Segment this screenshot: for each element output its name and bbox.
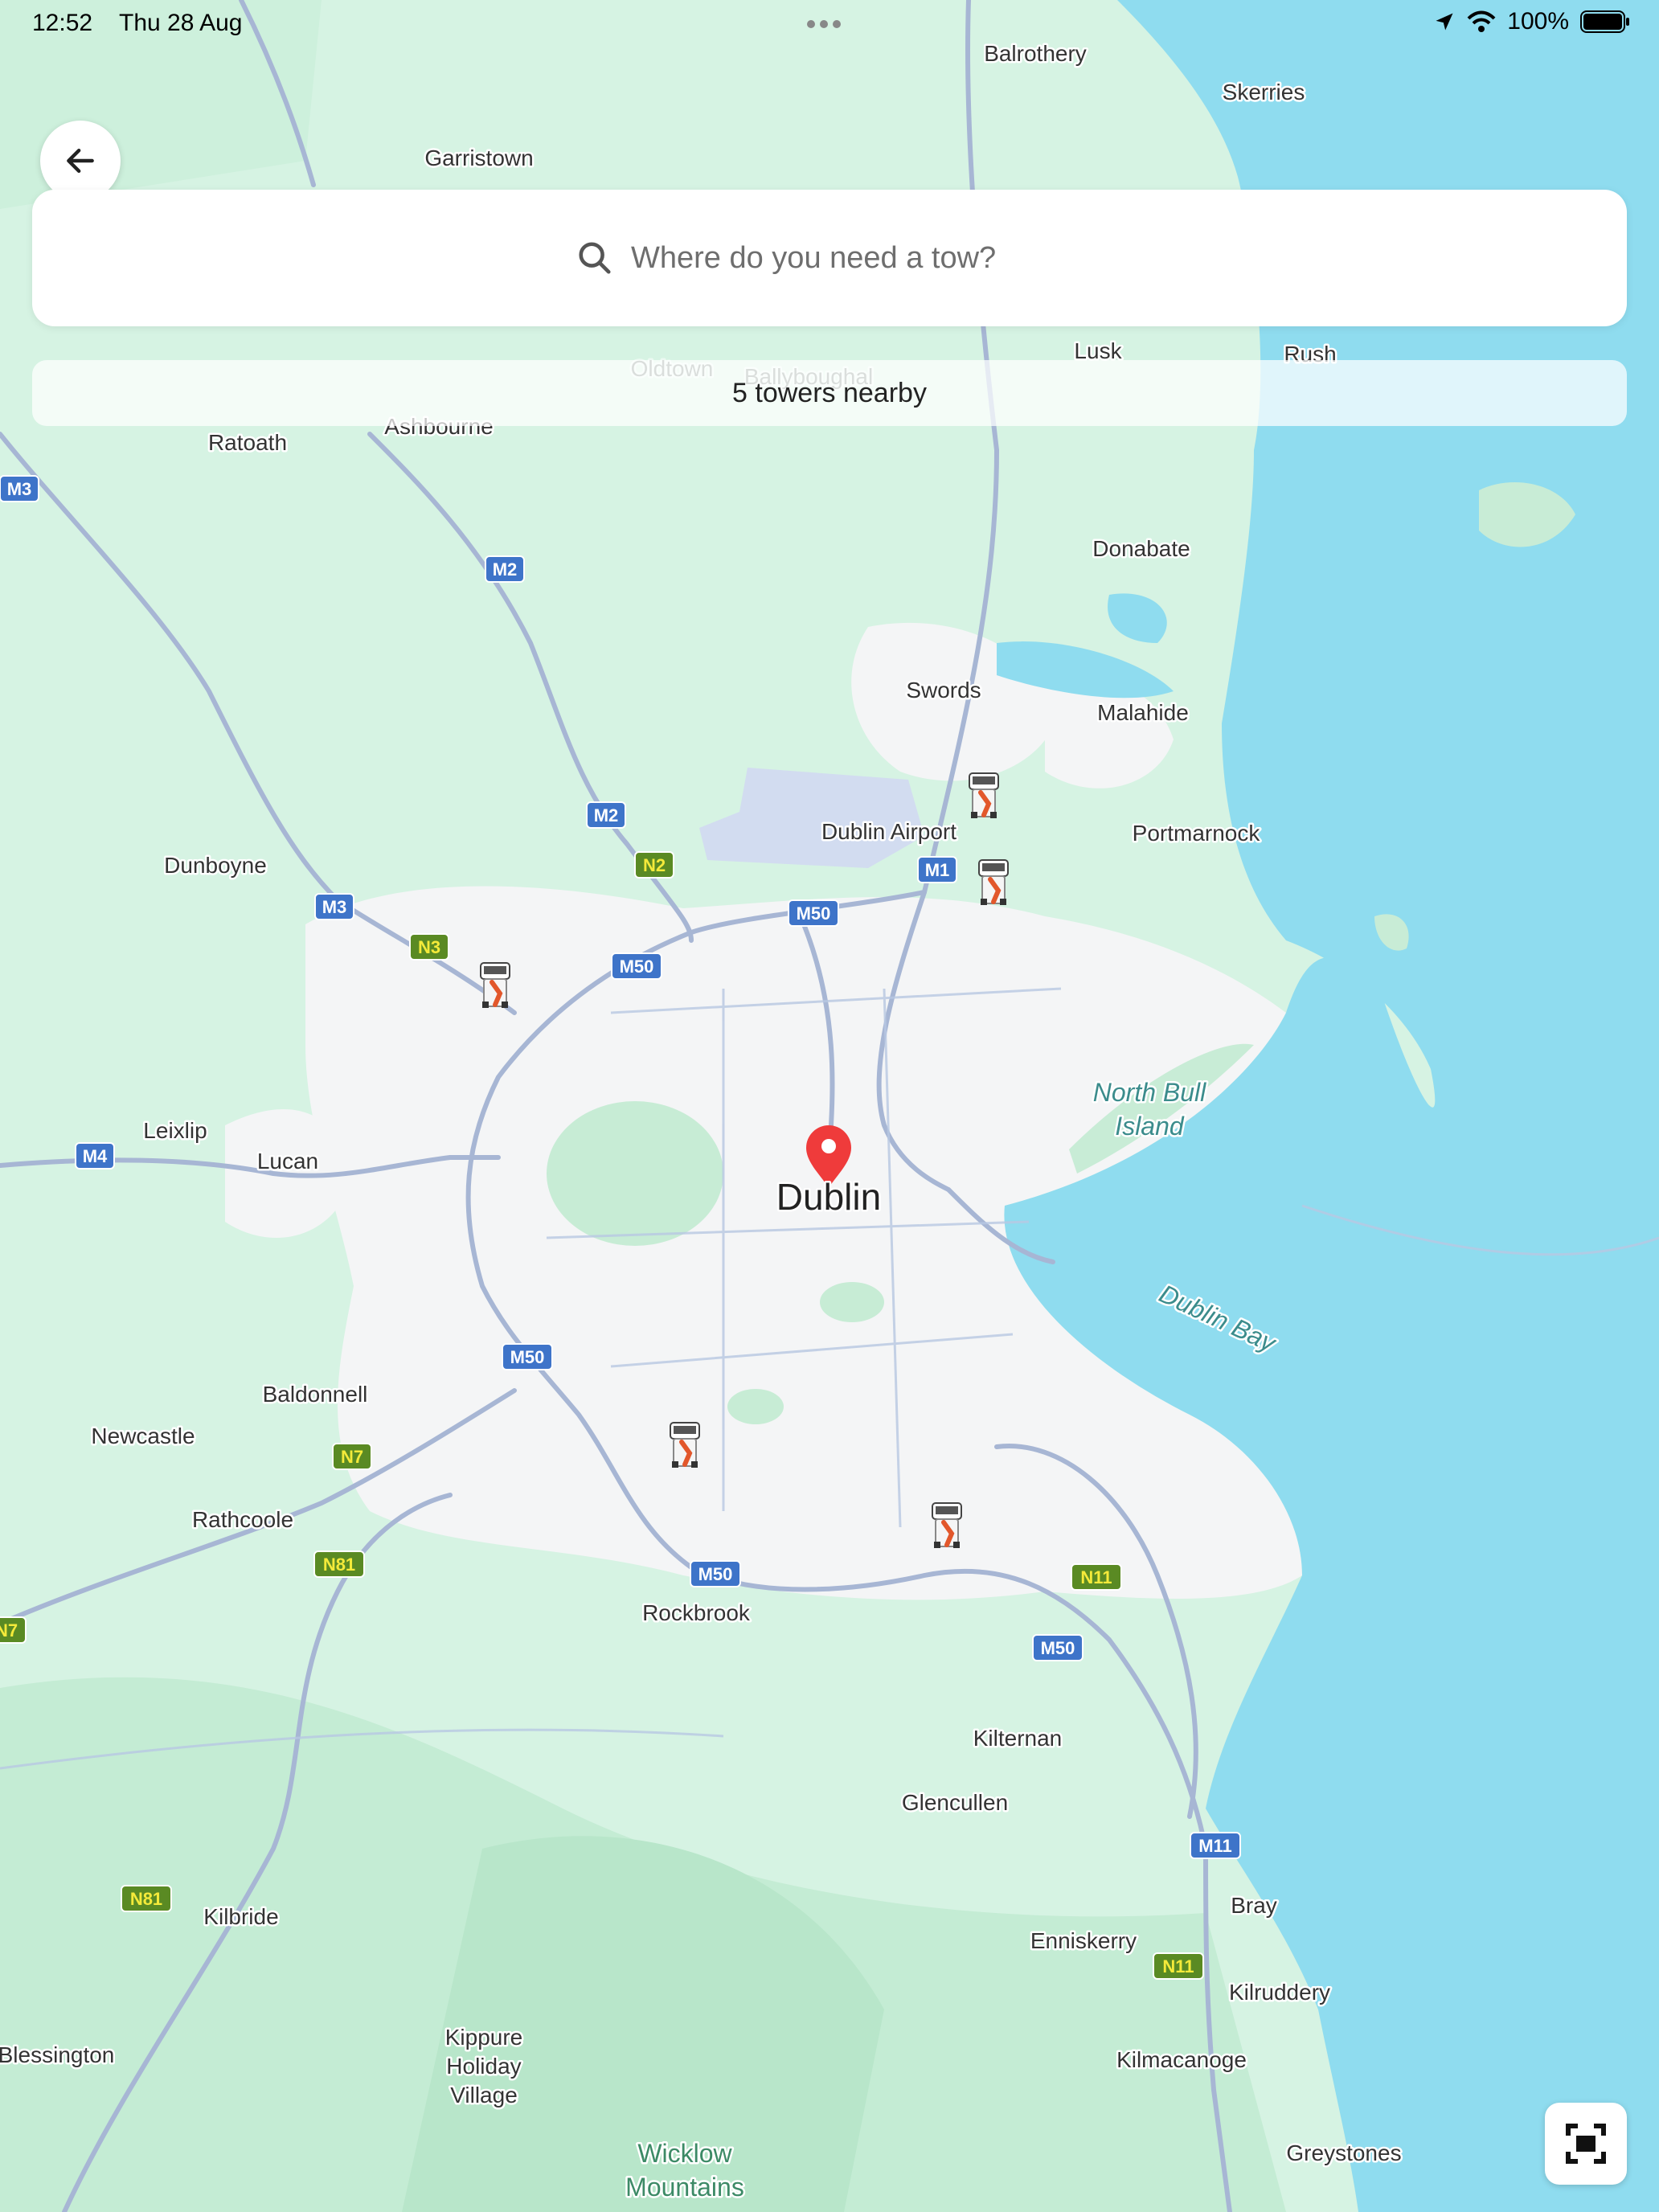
search-bar[interactable] <box>32 190 1627 326</box>
search-icon <box>579 242 611 274</box>
svg-text:M4: M4 <box>83 1146 108 1166</box>
svg-text:N3: N3 <box>418 937 440 957</box>
road-shield-m50: M50 <box>788 899 839 927</box>
battery-percent: 100% <box>1507 8 1569 35</box>
road-shield-m3: M3 <box>0 475 39 502</box>
road-shield-m50: M50 <box>1032 1634 1083 1661</box>
road-shield-n81: N81 <box>121 1885 172 1912</box>
road-shield-m50: M50 <box>690 1560 741 1587</box>
svg-text:M1: M1 <box>925 860 950 880</box>
wifi-icon <box>1467 10 1496 32</box>
place-label: Kilbride <box>203 1904 278 1929</box>
location-arrow-icon <box>1436 13 1453 31</box>
tow-truck-icon[interactable] <box>978 859 1009 905</box>
svg-text:M2: M2 <box>594 805 619 825</box>
water-label: Island <box>1115 1112 1185 1141</box>
tow-truck-icon[interactable] <box>969 772 999 818</box>
tow-truck-icon[interactable] <box>932 1502 962 1548</box>
road-shield-n7: N7 <box>332 1443 372 1470</box>
status-date: Thu 28 Aug <box>119 10 243 36</box>
svg-text:M50: M50 <box>510 1347 545 1367</box>
svg-text:M11: M11 <box>1198 1836 1232 1856</box>
svg-text:M50: M50 <box>620 956 654 977</box>
place-label: Kilmacanoge <box>1116 2047 1247 2072</box>
mountain-label: Wicklow <box>637 2139 732 2168</box>
place-label: Portmarnock <box>1133 821 1261 846</box>
battery-icon <box>1580 10 1629 33</box>
road-shield-m3: M3 <box>314 893 354 920</box>
svg-text:N81: N81 <box>323 1555 355 1575</box>
place-label: Rathcoole <box>192 1507 293 1532</box>
place-label: Greystones <box>1286 2140 1401 2165</box>
place-label: Ratoath <box>208 430 287 455</box>
place-label: Baldonnell <box>263 1382 368 1407</box>
place-label: Dublin Airport <box>821 819 956 844</box>
tow-truck-icon[interactable] <box>480 962 510 1008</box>
svg-text:M50: M50 <box>1041 1638 1075 1658</box>
road-shield-m11: M11 <box>1190 1832 1241 1859</box>
place-label: Malahide <box>1097 700 1189 725</box>
road-shield-n11: N11 <box>1071 1563 1122 1591</box>
svg-text:N81: N81 <box>130 1889 162 1909</box>
road-shield-n81: N81 <box>313 1550 365 1578</box>
svg-text:N7: N7 <box>0 1620 18 1641</box>
svg-text:N11: N11 <box>1080 1567 1112 1587</box>
status-right: 100% <box>1433 8 1630 35</box>
place-label: Glencullen <box>902 1790 1008 1815</box>
place-label: Swords <box>906 678 981 703</box>
svg-text:N2: N2 <box>643 855 666 875</box>
tow-truck-icon[interactable] <box>670 1422 700 1468</box>
water-label: North Bull <box>1093 1078 1206 1107</box>
mountain-label: Mountains <box>625 2173 744 2202</box>
place-label: Lucan <box>257 1149 318 1174</box>
place-label: Village <box>450 2083 518 2108</box>
fit-to-screen-icon <box>1566 2124 1606 2164</box>
place-label: Bray <box>1231 1893 1277 1918</box>
road-shield-m50: M50 <box>611 952 662 980</box>
road-shield-m2: M2 <box>485 555 525 583</box>
fit-to-screen-button[interactable] <box>1545 2103 1627 2185</box>
road-shield-n11: N11 <box>1153 1952 1204 1980</box>
road-shield-m50: M50 <box>502 1343 553 1370</box>
road-shield-n7: N7 <box>0 1616 27 1644</box>
place-label: Kilruddery <box>1229 1980 1330 2005</box>
road-shield-m2: M2 <box>586 801 626 829</box>
place-label: Garristown <box>424 145 533 170</box>
svg-text:M3: M3 <box>7 479 32 499</box>
road-shield-m4: M4 <box>75 1142 115 1169</box>
towers-nearby-text: 5 towers nearby <box>732 377 927 408</box>
place-label: Dunboyne <box>164 853 267 878</box>
place-label: Donabate <box>1092 536 1190 561</box>
svg-text:N11: N11 <box>1162 1956 1194 1976</box>
road-shield-m1: M1 <box>917 856 957 883</box>
place-label: Enniskerry <box>1030 1928 1137 1953</box>
place-label: Kippure <box>445 2025 523 2050</box>
svg-text:N7: N7 <box>341 1447 363 1467</box>
towers-nearby-banner: 5 towers nearby <box>32 360 1627 426</box>
place-label: Skerries <box>1223 80 1305 104</box>
search-input[interactable] <box>629 240 1083 276</box>
status-time: 12:52 <box>32 10 93 36</box>
svg-text:M2: M2 <box>493 559 518 580</box>
place-label: Blessington <box>0 2042 114 2067</box>
back-button[interactable] <box>40 121 121 201</box>
map-canvas[interactable]: BalrotherySkerriesGarristownRatoathAshbo… <box>0 0 1659 2212</box>
place-label: Leixlip <box>143 1118 207 1143</box>
city-label: Dublin <box>776 1176 881 1218</box>
arrow-left-icon <box>67 148 94 174</box>
multitasking-dots-icon[interactable] <box>807 18 846 32</box>
svg-text:M3: M3 <box>322 897 347 917</box>
svg-text:M50: M50 <box>698 1564 733 1584</box>
svg-text:M50: M50 <box>797 903 831 924</box>
place-label: Rockbrook <box>642 1600 751 1625</box>
road-shield-n2: N2 <box>634 851 674 879</box>
place-label: Holiday <box>446 2054 521 2079</box>
place-label: Kilternan <box>973 1726 1063 1751</box>
place-label: Newcastle <box>91 1423 195 1448</box>
status-bar: 12:52 Thu 28 Aug 100% <box>0 0 1659 48</box>
road-shield-n3: N3 <box>409 933 449 961</box>
